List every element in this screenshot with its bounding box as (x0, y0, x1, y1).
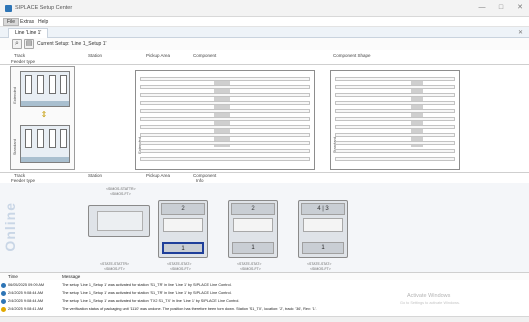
station-module-3[interactable]: 4 | 3 1 (298, 200, 348, 258)
log-row[interactable]: 2/4/2025 9:08:41 AM The verification sta… (0, 306, 380, 313)
tab-line-1[interactable]: Line 'Line 1' (8, 28, 49, 38)
window-title: SIPLACE Setup Center (15, 5, 73, 11)
log-row[interactable]: 06/05/2025 09:09 AM The setup 'Line 1_Se… (0, 282, 380, 289)
online-label: Online (2, 202, 18, 252)
col-station-bottom: Station (88, 173, 103, 178)
activation-watermark: Activate Windows (407, 293, 451, 299)
standard-label: Standard (12, 139, 17, 156)
top-address-label-2: <SIMOS-FT> (110, 192, 131, 196)
menu-bar: File Extras Help (0, 17, 529, 27)
title-bar: SIPLACE Setup Center — □ ✕ (0, 0, 529, 17)
component-shape-panel: Standard (330, 70, 460, 170)
warning-icon (1, 307, 6, 312)
toolbar: ⌕ ▤ Current Setup: 'Line 1_Setup 1' (0, 38, 529, 50)
extended-label: Extended (12, 87, 17, 104)
info-icon (1, 283, 6, 288)
log-header-message: Message (62, 274, 81, 279)
col-station: Station (88, 53, 103, 58)
col-pickup-area: Pickup Area (146, 53, 171, 58)
info-icon (1, 299, 6, 304)
log-header-time: Time (8, 274, 18, 279)
status-bar (0, 316, 529, 322)
log-row[interactable]: 2/4/2025 9:08:44 AM The setup 'Line 1_Se… (0, 298, 380, 305)
info-icon (1, 291, 6, 296)
station-module-1[interactable]: 2 1 (158, 200, 208, 258)
app-icon (5, 5, 12, 12)
module-0-label-2: <SIMOS-FT> (104, 267, 125, 271)
log-row[interactable]: 2/4/2025 9:08:44 AM The setup 'Line 1_Se… (0, 290, 380, 297)
module-2-label: <STATE-STAT> (237, 262, 262, 266)
module-3-label-2: <SIMOS-FT> (310, 267, 331, 271)
feeder-extended[interactable] (20, 71, 70, 107)
module-1-label-2: <SIMOS-FT> (170, 267, 191, 271)
swap-arrow-icon[interactable]: ⇕ (39, 110, 49, 120)
col-component-shape: Component Shape (333, 53, 371, 58)
module-1-label: <STATE-STAT> (167, 262, 192, 266)
activation-watermark-subtitle: Go to Settings to activate Windows. (400, 301, 460, 305)
component-list-panel: Extended (135, 70, 315, 170)
feeder-panel: Extended Standard ⇕ (10, 66, 75, 170)
setup-view-icon[interactable]: ▤ (24, 39, 34, 49)
col-track: Track (14, 53, 26, 58)
top-address-label: <SIMOS-STATTR> (106, 187, 136, 191)
station-module-2[interactable]: 2 1 (228, 200, 278, 258)
tab-bar: Line 'Line 1' ✕ (0, 27, 529, 38)
module-2-label-2: <SIMOS-FT> (240, 267, 261, 271)
divider (0, 64, 529, 65)
minimize-button[interactable]: — (473, 2, 491, 14)
maximize-button[interactable]: □ (492, 2, 510, 14)
module-3-label: <STATE-STAT> (307, 262, 332, 266)
log-header: Time Message (0, 272, 529, 280)
tab-pin-icon[interactable]: ✕ (518, 29, 523, 36)
col-component: Component (193, 53, 217, 58)
feeder-standard[interactable] (20, 125, 70, 163)
current-setup-label: Current Setup: 'Line 1_Setup 1' (37, 41, 107, 47)
divider-bottom (0, 172, 529, 173)
zoom-icon[interactable]: ⌕ (12, 39, 22, 49)
close-button[interactable]: ✕ (511, 2, 529, 14)
menu-help[interactable]: Help (35, 18, 51, 26)
col-pickup-area-bottom: Pickup Area (146, 173, 171, 178)
conveyor-module[interactable] (88, 205, 150, 237)
module-0-label: <STATE-STATTR> (100, 262, 130, 266)
